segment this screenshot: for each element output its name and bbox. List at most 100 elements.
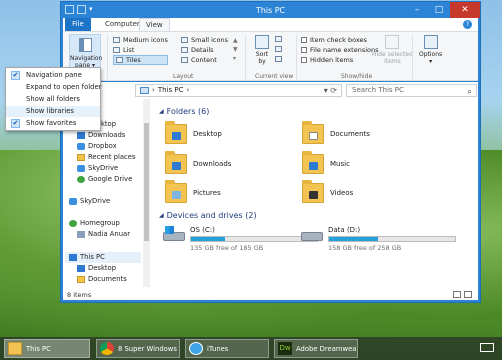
- check-icon: ✔: [11, 119, 20, 128]
- hide-selected-icon: [385, 35, 400, 49]
- menu-item-show-all-folders[interactable]: Show all folders: [6, 94, 100, 105]
- devices-header[interactable]: ◢ Devices and drives (2): [159, 211, 257, 220]
- tree-item-skydrive[interactable]: SkyDrive: [69, 196, 110, 207]
- layout-medium-icons[interactable]: Medium icons: [113, 35, 168, 45]
- options-button[interactable]: Options ▾: [419, 35, 442, 65]
- videos-folder-icon: [302, 180, 324, 203]
- tree-item-this-pc[interactable]: This PC: [65, 252, 141, 263]
- drive-d-free: 158 GB free of 258 GB: [328, 244, 402, 252]
- refresh-icon[interactable]: ▾ ⟳: [324, 85, 337, 96]
- drive-d-fill: [329, 237, 379, 241]
- layout-group-2: Small icons Details Content: [181, 35, 228, 65]
- menu-item-navigation-pane[interactable]: ✔ Navigation pane: [6, 70, 100, 81]
- hard-drive-icon: [301, 226, 323, 242]
- add-columns-icon[interactable]: [275, 46, 282, 52]
- hide-selected-items-button[interactable]: Hide selected items: [372, 35, 413, 65]
- taskbar: This PC 8 Super Windows ... iTunes Dw Ado…: [0, 337, 502, 360]
- item-check-boxes-checkbox[interactable]: [301, 37, 307, 43]
- layout-scroll-arrows[interactable]: ▲ ▼ ▾: [233, 36, 238, 63]
- downloads-folder-icon: [165, 151, 187, 174]
- navigation-pane-icon: [79, 38, 92, 52]
- tree-item-google-drive[interactable]: Google Drive: [77, 174, 132, 185]
- details-view-icon[interactable]: [453, 291, 461, 298]
- skydrive-icon: [69, 198, 77, 205]
- options-icon: [423, 35, 438, 49]
- layout-content[interactable]: Content: [181, 55, 228, 65]
- sort-by-button[interactable]: Sort by: [255, 35, 269, 65]
- search-input[interactable]: Search This PC ⌕: [346, 84, 477, 97]
- address-bar[interactable]: › This PC › ▾ ⟳: [135, 84, 342, 97]
- tiles-icon: [116, 57, 123, 63]
- folder-music[interactable]: Music: [302, 151, 350, 174]
- close-button[interactable]: ✕: [450, 2, 480, 18]
- collapse-icon: ◢: [159, 212, 164, 219]
- minimize-button[interactable]: –: [406, 2, 428, 18]
- dropbox-icon: [77, 143, 85, 150]
- view-small-buttons: [275, 36, 282, 62]
- layout-tiles[interactable]: Tiles: [113, 55, 168, 65]
- user-icon: [77, 231, 85, 238]
- taskbar-item-this-pc[interactable]: This PC: [4, 339, 90, 358]
- menu-item-show-libraries[interactable]: Show libraries: [6, 106, 100, 117]
- tree-item-recent-places[interactable]: Recent places: [77, 152, 135, 163]
- downloads-icon: [77, 132, 85, 139]
- search-icon: ⌕: [467, 87, 472, 96]
- tree-item-dropbox[interactable]: Dropbox: [77, 141, 117, 152]
- small-icons-icon: [181, 37, 188, 43]
- current-view-label: Current view: [255, 73, 294, 80]
- drive-d-usage-bar: [328, 236, 456, 242]
- window-controls: – □ ✕: [406, 2, 480, 18]
- hidden-items-toggle[interactable]: Hidden items: [301, 55, 379, 65]
- help-icon[interactable]: ?: [463, 20, 472, 29]
- check-icon: ✔: [11, 71, 20, 80]
- folders-header[interactable]: ◢ Folders (6): [159, 107, 209, 116]
- tree-item-documents[interactable]: Documents: [77, 274, 127, 285]
- tree-item-skydrive-fav[interactable]: SkyDrive: [77, 163, 118, 174]
- maximize-button[interactable]: □: [428, 2, 450, 18]
- taskbar-item-dreamweaver[interactable]: Dw Adobe Dreamwea...: [274, 339, 358, 358]
- nav-scrollbar-thumb[interactable]: [144, 123, 149, 241]
- tree-item-homegroup[interactable]: Homegroup: [69, 218, 120, 229]
- folder-videos[interactable]: Videos: [302, 180, 353, 203]
- tree-item-nadia-anuar[interactable]: Nadia Anuar: [77, 229, 130, 240]
- large-icons-view-icon[interactable]: [464, 291, 472, 298]
- folder-desktop[interactable]: Desktop: [165, 121, 222, 144]
- hidden-items-checkbox[interactable]: [301, 57, 307, 63]
- folder-pictures[interactable]: Pictures: [165, 180, 221, 203]
- skydrive-icon: [77, 165, 85, 172]
- nav-scrollbar[interactable]: [143, 99, 150, 287]
- music-folder-icon: [302, 151, 324, 174]
- drive-c-free: 135 GB free of 185 GB: [190, 244, 264, 252]
- drive-c[interactable]: OS (C:) 135 GB free of 185 GB: [163, 226, 318, 252]
- folder-downloads[interactable]: Downloads: [165, 151, 231, 174]
- taskbar-item-itunes[interactable]: iTunes: [185, 339, 269, 358]
- drive-c-usage-bar: [190, 236, 318, 242]
- menu-item-show-favorites[interactable]: ✔ Show favorites: [6, 118, 100, 129]
- layout-small-icons[interactable]: Small icons: [181, 35, 228, 45]
- drive-c-name: OS (C:): [190, 226, 215, 234]
- file-name-extensions-checkbox[interactable]: [301, 47, 307, 53]
- itunes-icon: [189, 342, 203, 355]
- size-columns-icon[interactable]: [275, 56, 282, 62]
- drive-d-name: Data (D:): [328, 226, 361, 234]
- layout-list[interactable]: List: [113, 45, 168, 55]
- layout-group-label: Layout: [173, 73, 194, 80]
- drive-d[interactable]: Data (D:) 158 GB free of 258 GB: [301, 226, 456, 252]
- tab-view[interactable]: View: [139, 18, 170, 31]
- taskbar-item-chrome[interactable]: 8 Super Windows ...: [96, 339, 180, 358]
- item-check-boxes-toggle[interactable]: Item check boxes: [301, 35, 379, 45]
- sort-icon: [255, 35, 269, 49]
- layout-details[interactable]: Details: [181, 45, 228, 55]
- content-area: rites Desktop Downloads Dropbox Recent p…: [63, 99, 478, 300]
- group-by-icon[interactable]: [275, 36, 282, 42]
- tab-file[interactable]: File: [65, 18, 91, 31]
- menu-item-expand-to-open-folder[interactable]: Expand to open folder: [6, 82, 101, 93]
- navigation-pane-label-1: Navigation: [70, 55, 103, 62]
- file-name-extensions-toggle[interactable]: File name extensions: [301, 45, 379, 55]
- show-hide-label: Show/hide: [341, 73, 373, 80]
- tree-item-this-pc-desktop[interactable]: Desktop: [77, 263, 116, 274]
- show-hide-group: Item check boxes File name extensions Hi…: [301, 35, 379, 65]
- tree-item-downloads[interactable]: Downloads: [77, 130, 125, 141]
- folder-documents[interactable]: Documents: [302, 121, 370, 144]
- keyboard-icon[interactable]: [480, 343, 494, 352]
